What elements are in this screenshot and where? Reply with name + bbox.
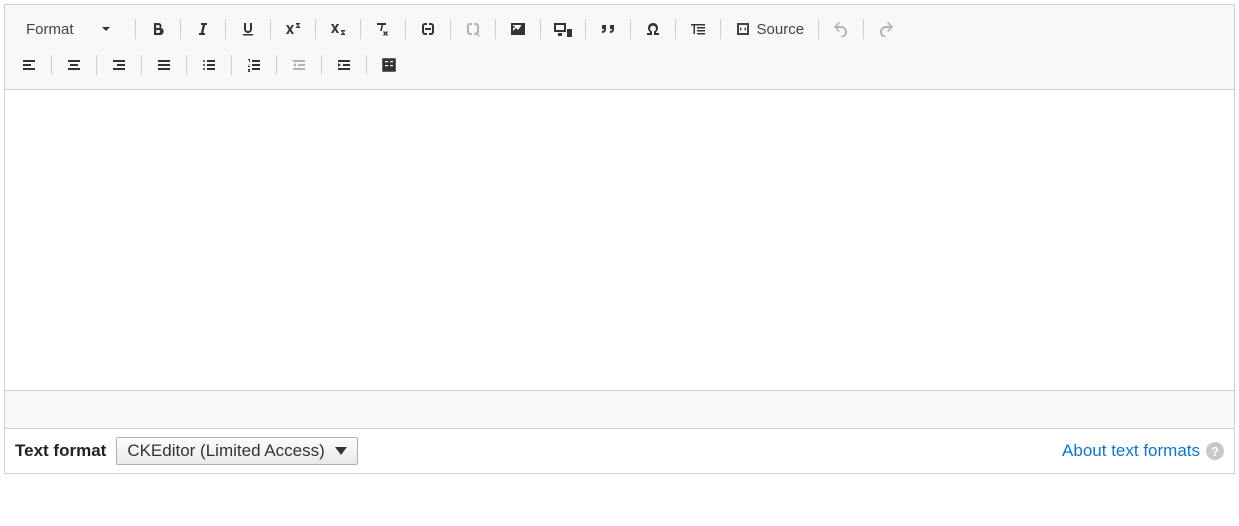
toolbar-separator <box>96 55 97 75</box>
toolbar-separator <box>720 19 721 39</box>
superscript-button[interactable] <box>279 15 307 43</box>
unlink-button <box>459 15 487 43</box>
editor-container: Format <box>4 4 1235 474</box>
superscript-icon <box>284 21 302 37</box>
toolbar-separator <box>135 19 136 39</box>
toolbar-separator <box>315 19 316 39</box>
toolbar-separator <box>818 19 819 39</box>
remove-format-icon <box>374 21 392 37</box>
show-blocks-button[interactable] <box>684 15 712 43</box>
table-button[interactable] <box>375 51 403 79</box>
toolbar-separator <box>675 19 676 39</box>
image-button[interactable] <box>504 15 532 43</box>
blockquote-button[interactable] <box>594 15 622 43</box>
align-center-icon <box>66 57 82 73</box>
underline-icon <box>240 21 256 37</box>
show-blocks-icon <box>689 21 707 37</box>
toolbar-separator <box>495 19 496 39</box>
underline-button[interactable] <box>234 15 262 43</box>
italic-button[interactable] <box>189 15 217 43</box>
text-format-control: Text format CKEditor (Limited Access) <box>15 437 358 465</box>
align-right-button[interactable] <box>105 51 133 79</box>
subscript-icon <box>329 21 347 37</box>
indent-button[interactable] <box>330 51 358 79</box>
source-button[interactable]: Source <box>729 15 811 43</box>
table-icon <box>381 57 397 73</box>
bold-icon <box>150 21 166 37</box>
bulleted-list-button[interactable] <box>195 51 223 79</box>
format-dropdown-label: Format <box>26 21 74 38</box>
toolbar-separator <box>231 55 232 75</box>
toolbar-separator <box>366 55 367 75</box>
numbered-list-button[interactable] <box>240 51 268 79</box>
toolbar-separator <box>450 19 451 39</box>
toolbar-separator <box>276 55 277 75</box>
toolbar-separator <box>225 19 226 39</box>
subscript-button[interactable] <box>324 15 352 43</box>
about-text-formats-label: About text formats <box>1062 441 1200 461</box>
media-icon <box>553 21 573 37</box>
source-icon <box>735 21 751 37</box>
toolbar-separator <box>186 55 187 75</box>
undo-icon <box>832 21 850 37</box>
bulleted-list-icon <box>201 57 217 73</box>
toolbar-separator <box>141 55 142 75</box>
align-center-button[interactable] <box>60 51 88 79</box>
special-char-button[interactable] <box>639 15 667 43</box>
toolbar-separator <box>51 55 52 75</box>
align-right-icon <box>111 57 127 73</box>
image-icon <box>509 21 527 37</box>
redo-button <box>872 15 900 43</box>
justify-icon <box>156 57 172 73</box>
indent-icon <box>336 57 352 73</box>
toolbar-separator <box>863 19 864 39</box>
unlink-icon <box>464 21 482 37</box>
text-format-select[interactable]: CKEditor (Limited Access) <box>116 437 357 465</box>
blockquote-icon <box>599 21 617 37</box>
outdent-button <box>285 51 313 79</box>
link-icon <box>419 21 437 37</box>
link-button[interactable] <box>414 15 442 43</box>
media-button[interactable] <box>549 15 577 43</box>
editor-resize-grip[interactable] <box>5 390 1234 428</box>
help-icon: ? <box>1206 442 1224 460</box>
outdent-icon <box>291 57 307 73</box>
remove-format-button[interactable] <box>369 15 397 43</box>
justify-button[interactable] <box>150 51 178 79</box>
toolbar-separator <box>180 19 181 39</box>
text-format-label: Text format <box>15 441 106 461</box>
about-text-formats-link[interactable]: About text formats ? <box>1062 441 1224 461</box>
toolbar-separator <box>540 19 541 39</box>
redo-icon <box>877 21 895 37</box>
text-format-select-value: CKEditor (Limited Access) <box>127 441 324 461</box>
numbered-list-icon <box>246 57 262 73</box>
editor-content-area[interactable] <box>5 90 1234 390</box>
editor-footer: Text format CKEditor (Limited Access) Ab… <box>5 428 1234 473</box>
align-left-icon <box>21 57 37 73</box>
format-dropdown[interactable]: Format <box>15 15 121 43</box>
toolbar-row-1: Format <box>15 11 1224 47</box>
italic-icon <box>195 21 211 37</box>
dropdown-triangle-icon <box>335 447 347 455</box>
toolbar-separator <box>630 19 631 39</box>
editor-toolbar: Format <box>5 5 1234 90</box>
toolbar-separator <box>270 19 271 39</box>
undo-button <box>827 15 855 43</box>
special-char-icon <box>644 21 662 37</box>
caret-down-icon <box>102 27 110 31</box>
toolbar-separator <box>321 55 322 75</box>
source-button-label: Source <box>757 21 805 38</box>
toolbar-separator <box>360 19 361 39</box>
toolbar-separator <box>405 19 406 39</box>
toolbar-separator <box>585 19 586 39</box>
toolbar-row-2 <box>15 47 1224 83</box>
align-left-button[interactable] <box>15 51 43 79</box>
bold-button[interactable] <box>144 15 172 43</box>
